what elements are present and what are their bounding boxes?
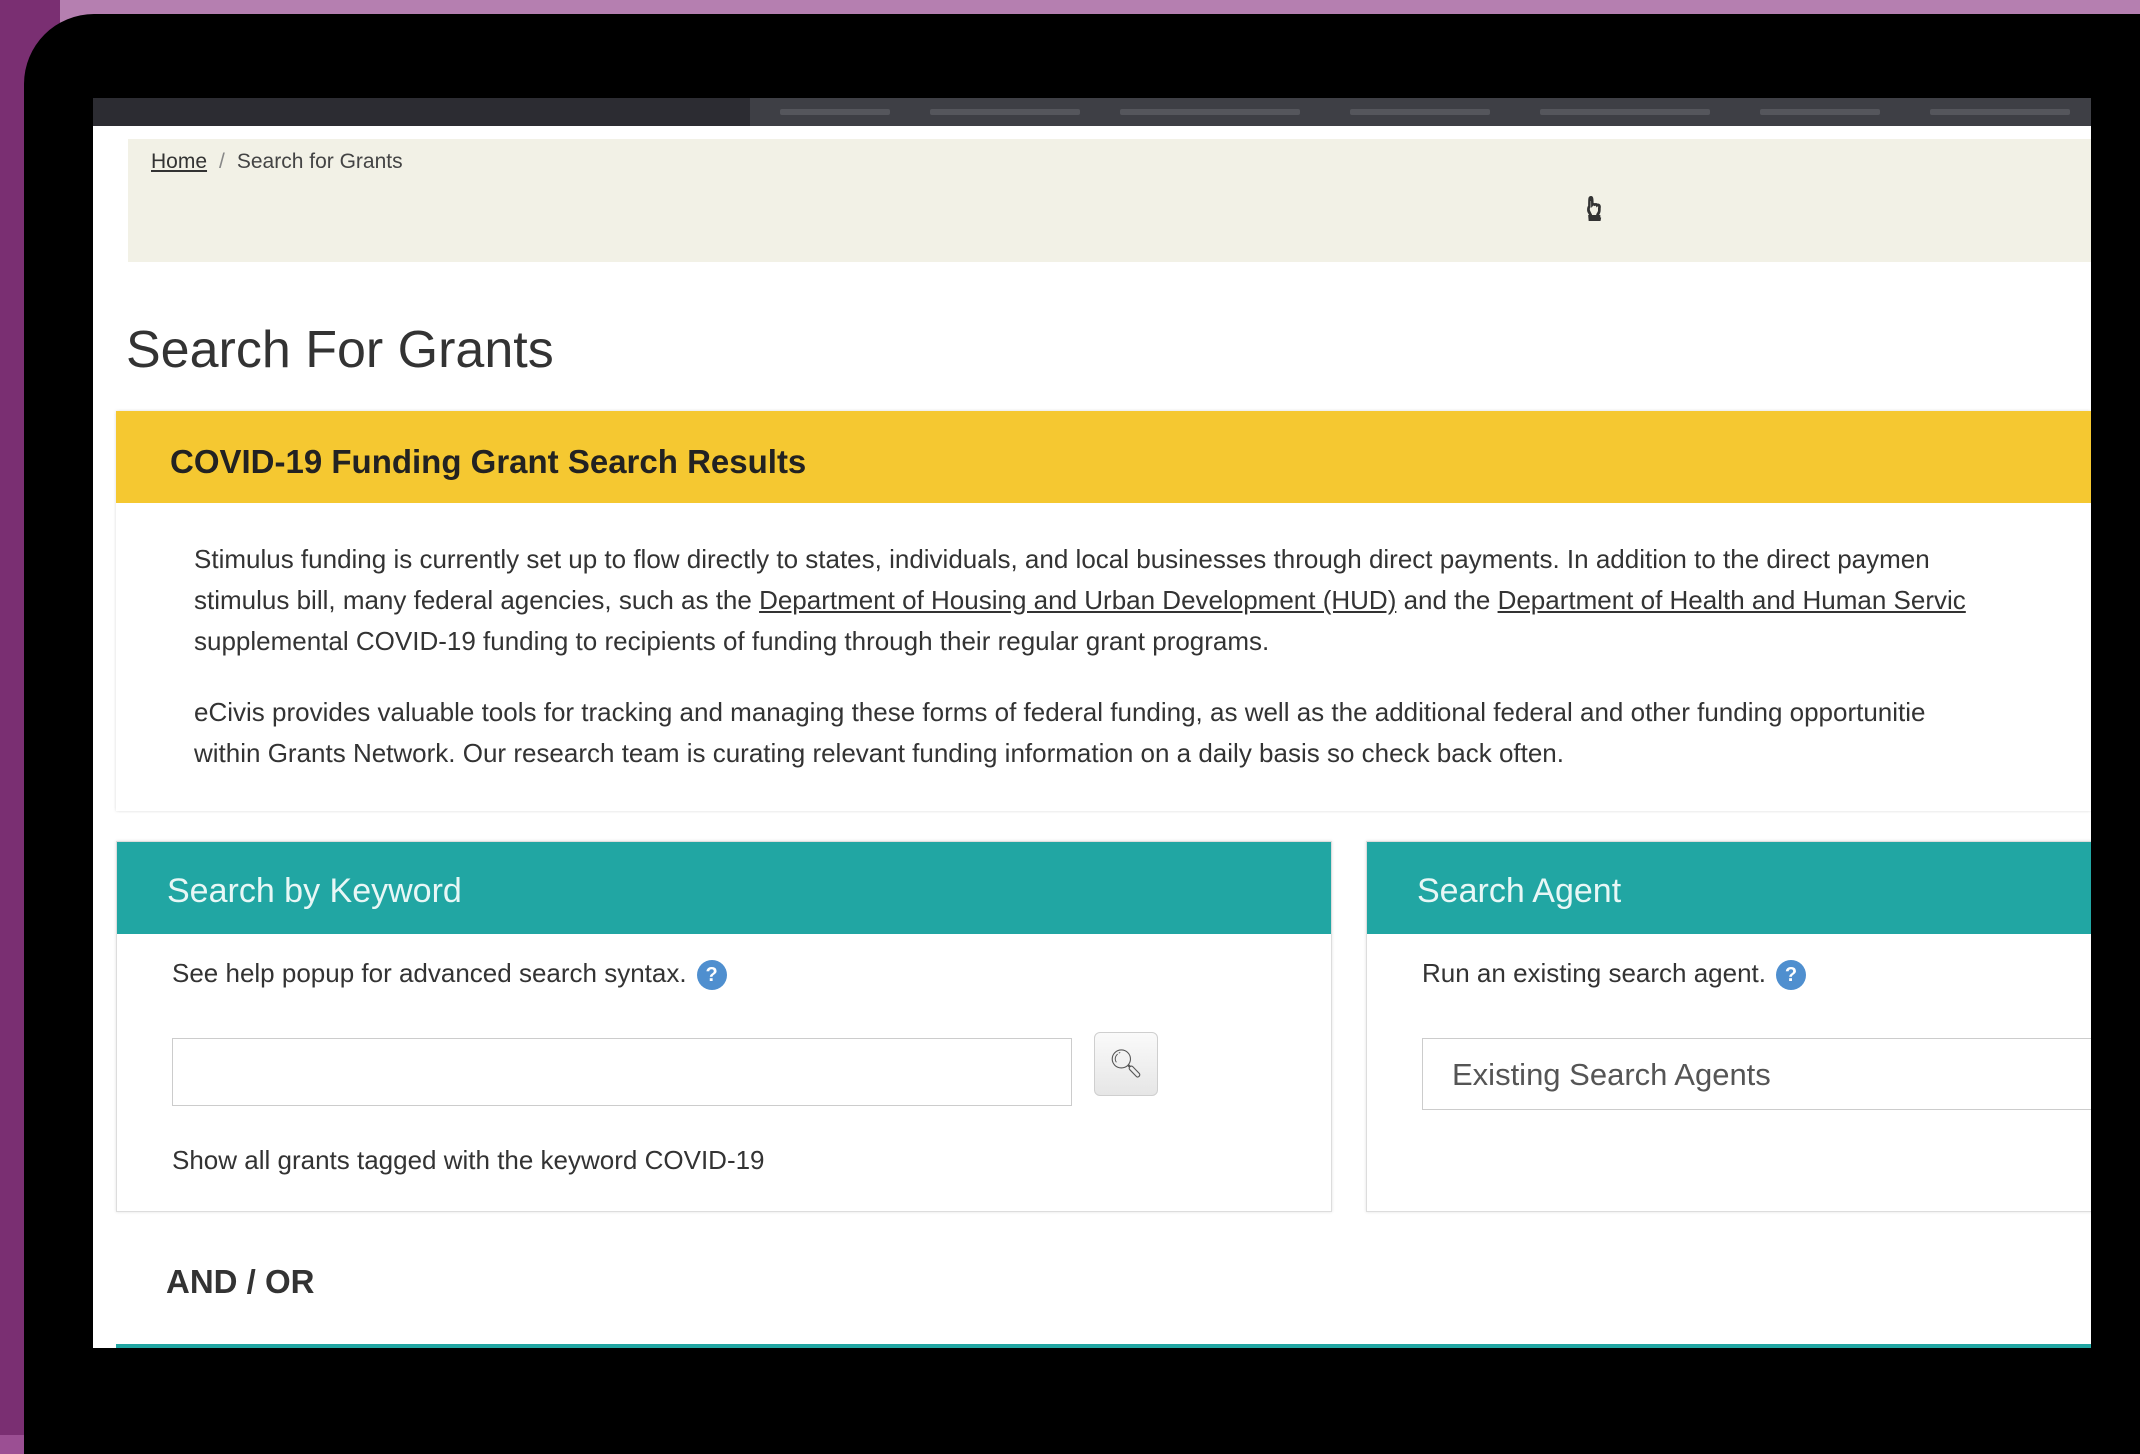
breadcrumb-home-link[interactable]: Home	[151, 150, 207, 173]
notice-body: Stimulus funding is currently set up to …	[194, 539, 2091, 804]
keyword-card-header: Search by Keyword	[117, 842, 1331, 934]
hhs-link[interactable]: Department of Health and Human Servic	[1498, 585, 1966, 615]
hud-link[interactable]: Department of Housing and Urban Developm…	[759, 585, 1396, 615]
magnifier-icon: 🔍︎	[1108, 1048, 1144, 1079]
navbar-blurred-menu	[750, 98, 2091, 126]
agent-help-text: Run an existing search agent.?	[1422, 958, 1806, 991]
notice-paragraph-2: eCivis provides valuable tools for track…	[194, 697, 1926, 768]
agent-card-title: Search Agent	[1417, 872, 1622, 910]
covid-keyword-link[interactable]: Show all grants tagged with the keyword …	[172, 1145, 765, 1176]
breadcrumb-bar	[128, 139, 2091, 262]
covid-notice-panel: COVID-19 Funding Grant Search Results St…	[116, 411, 2091, 811]
search-button[interactable]: 🔍︎	[1094, 1032, 1158, 1096]
question-mark-icon[interactable]: ?	[1776, 960, 1806, 991]
search-by-keyword-card: Search by Keyword See help popup for adv…	[116, 841, 1332, 1212]
mouse-pointer-icon: 👆︎	[1586, 190, 1603, 228]
question-mark-icon[interactable]: ?	[696, 960, 727, 991]
breadcrumb-separator: /	[219, 150, 225, 173]
next-section-header-edge	[116, 1344, 2091, 1348]
keyword-help-text: See help popup for advanced search synta…	[172, 958, 727, 991]
notice-title: COVID-19 Funding Grant Search Results	[170, 443, 807, 480]
breadcrumb: Home / Search for Grants	[151, 150, 403, 174]
agent-card-header: Search Agent	[1367, 842, 2091, 934]
site-top-navbar	[93, 98, 2091, 126]
notice-paragraph-1: Stimulus funding is currently set up to …	[194, 544, 1966, 656]
and-or-label: AND / OR	[166, 1263, 315, 1300]
browser-viewport: Home / Search for Grants 👆︎ Search For Gra…	[93, 98, 2091, 1348]
search-agent-card: Search Agent Run an existing search agen…	[1366, 841, 2091, 1212]
keyword-card-title: Search by Keyword	[167, 872, 462, 910]
existing-search-agents-select[interactable]: Existing Search Agents	[1422, 1038, 2091, 1110]
keyword-search-input[interactable]	[172, 1038, 1072, 1106]
notice-header: COVID-19 Funding Grant Search Results	[116, 411, 2091, 503]
breadcrumb-current: Search for Grants	[236, 150, 403, 173]
page-title: Search For Grants	[126, 321, 554, 379]
